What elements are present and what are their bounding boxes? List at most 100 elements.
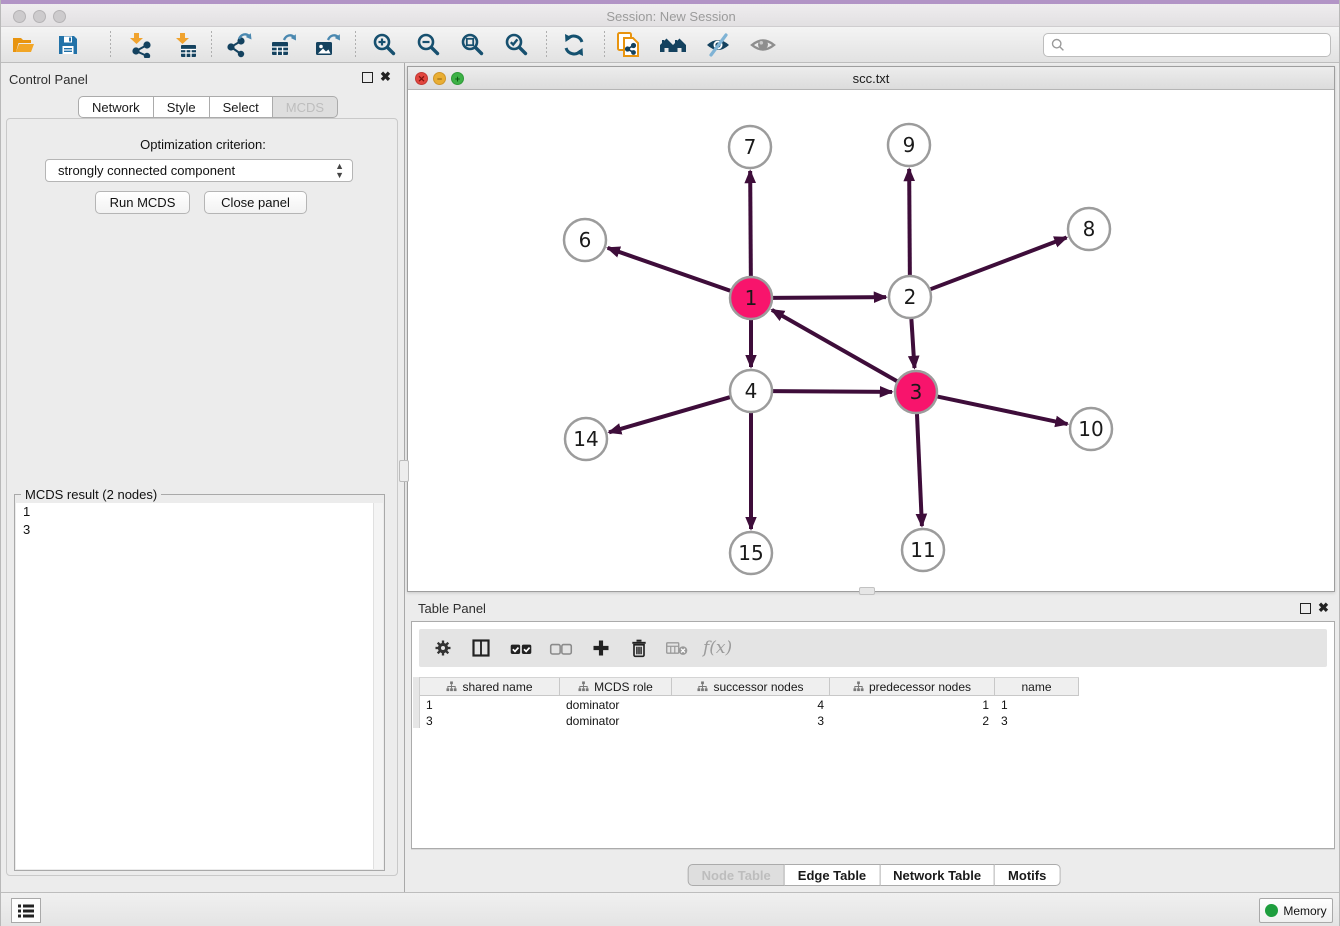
import-table-button[interactable] — [171, 31, 199, 59]
table-cell[interactable]: 1 — [995, 697, 1079, 713]
network-edge-2-3[interactable] — [911, 319, 914, 368]
column-header-successor-nodes[interactable]: successor nodes — [672, 678, 830, 695]
column-header-predecessor-nodes[interactable]: predecessor nodes — [830, 678, 995, 695]
network-node-2[interactable]: 2 — [889, 276, 931, 318]
zoom-selected-button[interactable] — [503, 31, 531, 59]
network-window-title: scc.txt — [408, 71, 1334, 86]
export-table-button[interactable] — [269, 31, 297, 59]
network-node-9[interactable]: 9 — [888, 124, 930, 166]
network-edge-1-2[interactable] — [773, 297, 886, 298]
clone-network-button[interactable] — [615, 31, 643, 59]
deselect-all-button[interactable] — [549, 634, 573, 662]
network-node-10[interactable]: 10 — [1070, 408, 1112, 450]
search-input[interactable] — [1066, 36, 1330, 54]
network-node-4[interactable]: 4 — [730, 370, 772, 412]
tab-style[interactable]: Style — [154, 96, 210, 118]
save-session-button[interactable] — [54, 31, 82, 59]
criterion-select[interactable]: strongly connected component ▲▼ — [45, 159, 353, 182]
delete-column-button[interactable] — [629, 634, 649, 662]
show-columns-button[interactable] — [471, 634, 491, 662]
checked-boxes-icon — [509, 638, 533, 658]
result-scrollbar[interactable] — [373, 503, 383, 869]
network-canvas[interactable]: 7 9 6 8 1 2 4 3 14 10 15 11 — [408, 90, 1334, 591]
close-panel-button[interactable]: Close panel — [204, 191, 307, 214]
close-table-panel-icon[interactable]: ✖ — [1318, 601, 1329, 615]
network-node-15[interactable]: 15 — [730, 532, 772, 574]
tab-mcds[interactable]: MCDS — [273, 96, 338, 118]
search-field[interactable] — [1043, 33, 1331, 57]
table-cell[interactable]: 3 — [995, 713, 1079, 729]
column-header-MCDS-role[interactable]: MCDS role — [560, 678, 672, 695]
table-cell[interactable]: 1 — [420, 697, 560, 713]
network-window-titlebar[interactable]: ✕ − + scc.txt — [408, 67, 1334, 90]
tab-node-table[interactable]: Node Table — [688, 864, 785, 886]
status-bar: Memory — [1, 892, 1340, 926]
hide-panel-button[interactable] — [704, 31, 732, 59]
run-mcds-button[interactable]: Run MCDS — [95, 191, 190, 214]
function-builder-button[interactable]: f(x) — [703, 634, 732, 662]
apply-layout-button[interactable] — [560, 31, 588, 59]
table-cell[interactable]: 2 — [830, 713, 995, 729]
network-edge-2-9[interactable] — [909, 169, 910, 275]
float-panel-icon[interactable] — [362, 72, 373, 83]
column-header-name[interactable]: name — [995, 678, 1079, 695]
import-network-button[interactable] — [125, 31, 153, 59]
tab-network[interactable]: Network — [78, 96, 154, 118]
network-node-8[interactable]: 8 — [1068, 208, 1110, 250]
task-history-button[interactable] — [11, 898, 41, 923]
table-row[interactable]: 3dominator323 — [420, 713, 1079, 729]
new-network-button[interactable] — [225, 31, 253, 59]
table-cell[interactable]: 3 — [420, 713, 560, 729]
zoom-fit-button[interactable] — [459, 31, 487, 59]
vertical-splitter-handle[interactable] — [399, 460, 409, 482]
tab-select[interactable]: Select — [210, 96, 273, 118]
table-row[interactable]: 1dominator411 — [420, 697, 1079, 713]
zoom-in-button[interactable] — [371, 31, 399, 59]
zoom-out-button[interactable] — [415, 31, 443, 59]
network-node-1[interactable]: 1 — [730, 277, 772, 319]
network-edge-1-6[interactable] — [608, 248, 731, 291]
app-titlebar: Session: New Session — [1, 4, 1340, 27]
horizontal-splitter-handle[interactable] — [859, 587, 875, 595]
memory-status-icon — [1265, 904, 1278, 917]
tab-motifs[interactable]: Motifs — [995, 864, 1060, 886]
mcds-result-list[interactable]: 13 — [16, 503, 383, 869]
network-edge-4-14[interactable] — [609, 397, 730, 432]
table-cell[interactable]: 1 — [830, 697, 995, 713]
mcds-result-item[interactable]: 3 — [16, 521, 383, 539]
table-cell[interactable]: dominator — [560, 713, 672, 729]
create-column-button[interactable] — [591, 634, 611, 662]
network-node-14[interactable]: 14 — [565, 418, 607, 460]
table-cell[interactable]: 4 — [672, 697, 830, 713]
network-edge-3-11[interactable] — [917, 414, 922, 526]
mcds-result-item[interactable]: 1 — [16, 503, 383, 521]
table-cell[interactable]: dominator — [560, 697, 672, 713]
tab-network-table[interactable]: Network Table — [880, 864, 995, 886]
close-panel-icon[interactable]: ✖ — [380, 70, 391, 84]
table-settings-button[interactable] — [433, 634, 453, 662]
table-cell[interactable]: 3 — [672, 713, 830, 729]
network-edge-4-3[interactable] — [773, 391, 892, 392]
select-all-button[interactable] — [509, 634, 533, 662]
network-edge-1-7[interactable] — [750, 171, 751, 276]
table-header-row: shared nameMCDS rolesuccessor nodesprede… — [420, 677, 1079, 696]
network-node-3[interactable]: 3 — [895, 371, 937, 413]
memory-button[interactable]: Memory — [1259, 898, 1333, 923]
export-image-button[interactable] — [313, 31, 341, 59]
network-node-6[interactable]: 6 — [564, 219, 606, 261]
delete-table-button[interactable] — [665, 634, 689, 662]
gear-icon — [433, 638, 453, 658]
network-edge-2-8[interactable] — [931, 238, 1067, 290]
plus-icon — [591, 638, 611, 658]
network-node-11[interactable]: 11 — [902, 529, 944, 571]
open-session-button[interactable] — [10, 31, 38, 59]
show-all-networks-button[interactable] — [659, 31, 687, 59]
float-table-panel-icon[interactable] — [1300, 603, 1311, 614]
network-edge-3-10[interactable] — [938, 397, 1068, 424]
column-header-shared-name[interactable]: shared name — [420, 678, 560, 695]
show-panel-button[interactable] — [749, 31, 777, 59]
svg-text:14: 14 — [573, 427, 598, 451]
network-edge-3-1[interactable] — [772, 310, 897, 381]
network-node-7[interactable]: 7 — [729, 126, 771, 168]
tab-edge-table[interactable]: Edge Table — [785, 864, 880, 886]
